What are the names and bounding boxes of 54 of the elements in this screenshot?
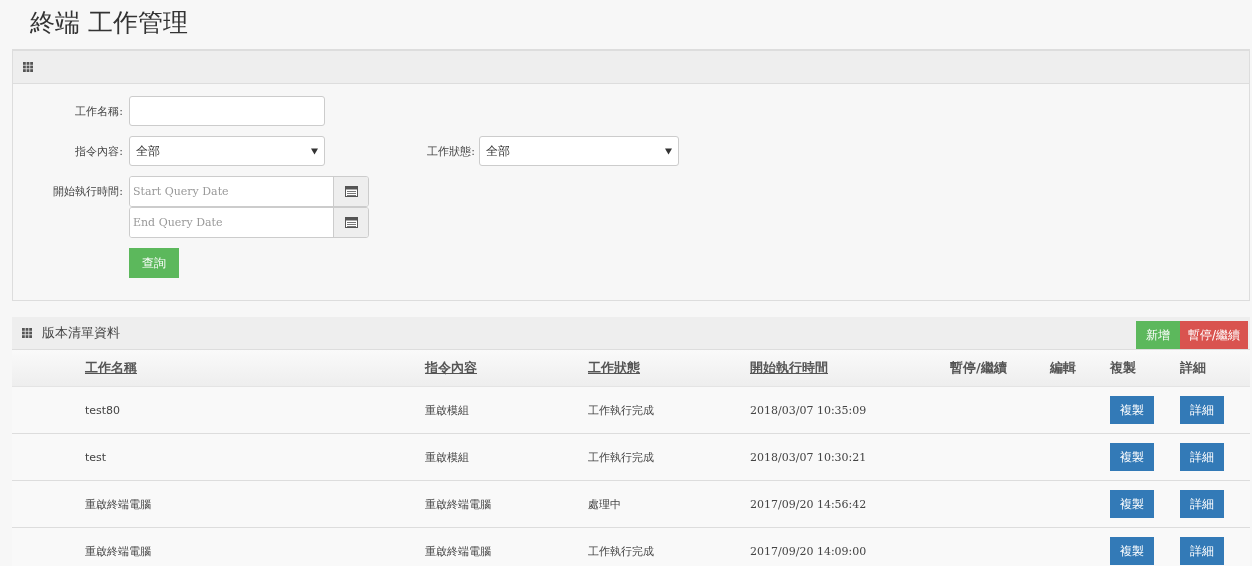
- copy-button[interactable]: 複製: [1110, 490, 1154, 518]
- table-cell-text: 重啟終端電腦: [85, 496, 152, 512]
- table-cell-text: 2017/09/20 14:56:42: [750, 497, 868, 511]
- field-label: 開始執行時間:: [52, 184, 124, 199]
- grid-icon: [23, 62, 33, 72]
- column-header: 複製: [1110, 359, 1137, 377]
- page-title: 終端 工作管理: [29, 7, 188, 39]
- table-cell-text: 工作執行完成: [588, 449, 655, 465]
- table-cell-text: 重啟模組: [425, 402, 470, 418]
- table-cell-text: 工作執行完成: [588, 543, 655, 559]
- column-header: 編輯: [1050, 359, 1077, 377]
- caret-icon: [311, 147, 318, 155]
- table-cell-text: 工作執行完成: [588, 402, 655, 418]
- copy-button[interactable]: 複製: [1110, 443, 1154, 471]
- table-cell-text: test: [85, 450, 108, 464]
- column-header[interactable]: 工作名稱: [85, 359, 425, 377]
- field-label: 工作狀態:: [426, 143, 476, 159]
- table-cell-text: 重啟終端電腦: [425, 496, 492, 512]
- column-header: 詳細: [1180, 359, 1207, 377]
- search-button[interactable]: 查詢: [129, 248, 179, 278]
- table-cell-text: 重啟終端電腦: [425, 543, 492, 559]
- column-header[interactable]: 工作狀態: [588, 359, 750, 377]
- copy-button[interactable]: 複製: [1110, 396, 1154, 424]
- date-field[interactable]: Start Query Date: [129, 176, 369, 207]
- date-field[interactable]: End Query Date: [129, 207, 369, 238]
- details-button[interactable]: 詳細: [1180, 443, 1224, 471]
- table-cell-text: 2017/09/20 14:09:00: [750, 544, 868, 558]
- field-label: 工作名稱:: [74, 103, 124, 119]
- panel-title: 版本清單資料: [42, 324, 120, 342]
- details-button[interactable]: 詳細: [1180, 396, 1224, 424]
- pause-resume-button[interactable]: 暫停/繼續: [1179, 321, 1248, 349]
- add-button[interactable]: 新增: [1135, 321, 1180, 349]
- column-header[interactable]: 指令內容: [425, 359, 588, 377]
- table-cell-text: test80: [85, 403, 122, 417]
- calendar-icon[interactable]: [344, 217, 358, 228]
- details-button[interactable]: 詳細: [1180, 490, 1224, 518]
- calendar-icon[interactable]: [344, 186, 358, 197]
- caret-icon: [665, 147, 672, 155]
- select-field[interactable]: 全部: [479, 136, 679, 166]
- input-field[interactable]: [129, 96, 325, 126]
- column-header: 暫停/繼續: [950, 359, 1008, 377]
- field-label: 指令內容:: [74, 143, 124, 159]
- select-field[interactable]: 全部: [129, 136, 325, 166]
- select-value: 全部: [486, 142, 510, 160]
- table-cell-text: 2018/03/07 10:35:09: [750, 403, 868, 417]
- table-cell-text: 重啟終端電腦: [85, 543, 152, 559]
- select-value: 全部: [136, 142, 160, 160]
- table-cell-text: 重啟模組: [425, 449, 470, 465]
- grid-icon: [22, 328, 32, 338]
- column-header[interactable]: 開始執行時間: [750, 359, 950, 377]
- table-cell-text: 2018/03/07 10:30:21: [750, 450, 868, 464]
- table-cell-text: 處理中: [588, 496, 622, 512]
- details-button[interactable]: 詳細: [1180, 537, 1224, 565]
- copy-button[interactable]: 複製: [1110, 537, 1154, 565]
